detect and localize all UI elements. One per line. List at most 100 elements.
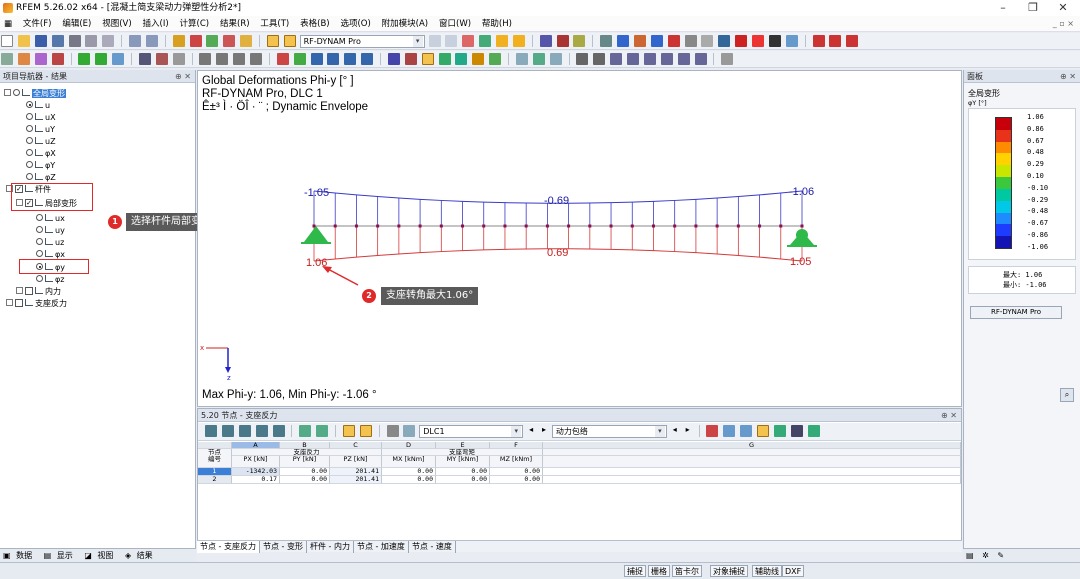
radio-icon[interactable] — [26, 113, 33, 120]
table-chart-icon[interactable] — [706, 425, 719, 437]
pin-icon[interactable]: ⊕ ✕ — [175, 70, 191, 83]
more-icon[interactable] — [721, 53, 734, 65]
table-icon[interactable] — [240, 35, 253, 47]
select-icon[interactable] — [1, 53, 13, 65]
node-marker[interactable] — [694, 224, 698, 228]
export-icon[interactable] — [627, 53, 639, 65]
node-marker[interactable] — [439, 224, 443, 228]
graphics-view[interactable]: Global Deformations Phi-y [° ] RF-DYNAM … — [197, 70, 962, 407]
expand-icon[interactable] — [6, 299, 13, 306]
case-prev-icon[interactable]: ◂ — [529, 425, 533, 434]
table-select-icon[interactable] — [238, 425, 251, 437]
table-relation-icon[interactable] — [740, 425, 753, 437]
snap-icon[interactable] — [617, 35, 629, 47]
print-icon[interactable] — [68, 35, 81, 47]
table-cell[interactable]: 0.17 — [232, 476, 280, 484]
redo-icon[interactable] — [145, 35, 158, 47]
tab-results[interactable]: ◈ 结果 — [122, 549, 159, 563]
expand-icon[interactable] — [16, 287, 23, 294]
print-preview-icon[interactable] — [85, 35, 98, 47]
menu-results[interactable]: 结果(R) — [216, 16, 254, 32]
light-icon[interactable] — [472, 53, 485, 65]
tree-u[interactable]: u — [26, 100, 50, 111]
tree-local-phiz[interactable]: φz — [36, 274, 64, 285]
save-icon[interactable] — [34, 35, 47, 47]
comment-icon[interactable] — [593, 53, 606, 65]
node-marker[interactable] — [715, 224, 719, 228]
arrow-left-icon[interactable] — [428, 35, 441, 47]
node-marker[interactable] — [397, 224, 401, 228]
radio-icon[interactable] — [36, 275, 43, 282]
radio-icon[interactable] — [36, 214, 43, 221]
node-marker[interactable] — [567, 224, 571, 228]
animation-icon[interactable] — [462, 35, 475, 47]
section-icon[interactable] — [701, 35, 714, 47]
filter-icon[interactable] — [233, 53, 246, 65]
tree-uy[interactable]: uY — [26, 124, 55, 135]
addon-3-icon[interactable] — [846, 35, 859, 47]
node-marker[interactable] — [461, 224, 465, 228]
rotate-icon[interactable] — [438, 53, 451, 65]
render-icon[interactable] — [112, 53, 125, 65]
surface-icon[interactable] — [718, 35, 731, 47]
new-file-icon[interactable] — [1, 35, 13, 47]
table-result-values-icon[interactable] — [757, 425, 770, 437]
divide-icon[interactable] — [549, 53, 562, 65]
results-display-icon[interactable] — [496, 35, 508, 47]
table-cell[interactable]: 201.41 — [330, 476, 382, 484]
guide-icon[interactable] — [677, 53, 690, 65]
tree-local-uz[interactable]: uz — [36, 237, 64, 248]
orbit-icon[interactable] — [455, 53, 468, 65]
node-marker[interactable] — [673, 224, 677, 228]
visibility-icon[interactable] — [216, 53, 229, 65]
iso-view-icon[interactable] — [387, 53, 400, 65]
mirror-icon[interactable] — [532, 53, 545, 65]
print-report-icon[interactable] — [610, 53, 623, 65]
tree-support-reactions[interactable]: 支座反力 — [6, 298, 67, 309]
node-marker[interactable] — [736, 224, 740, 228]
tab-node-deformations[interactable]: 节点 - 变形 — [260, 541, 307, 553]
panel-tab-factors-icon[interactable]: ✲ — [982, 551, 989, 560]
module-combo[interactable]: RF-DYNAM Pro ▾ — [299, 35, 425, 48]
legend[interactable]: 1.06 0.86 0.67 0.48 0.29 0.10 -0.10 -0.29 -0.48 -… — [968, 108, 1076, 260]
result-type-combo[interactable]: 动力包络 ▾ — [551, 425, 667, 438]
radio-icon[interactable] — [26, 149, 33, 156]
type-prev-icon[interactable]: ◂ — [673, 425, 677, 434]
view-y-icon[interactable] — [556, 35, 569, 47]
table-cell[interactable]: -1342.03 — [232, 468, 280, 476]
checkbox-icon[interactable] — [15, 298, 23, 307]
pick-icon[interactable] — [34, 53, 47, 65]
table-cell[interactable]: 0.00 — [490, 468, 543, 476]
open-file-icon[interactable] — [17, 35, 30, 47]
radio-icon[interactable] — [36, 250, 43, 257]
zoom-icon[interactable] — [344, 53, 357, 65]
minimize-button[interactable]: – — [988, 0, 1018, 16]
table-values-icon[interactable] — [359, 425, 372, 437]
node-marker[interactable] — [418, 224, 422, 228]
coord-icon[interactable] — [660, 53, 673, 65]
delete-icon[interactable] — [752, 35, 764, 47]
status-object-snap[interactable]: 对象捕捉 — [710, 565, 748, 577]
panel-tab-color-icon[interactable]: ▤ — [966, 551, 974, 560]
maximize-button[interactable]: ❐ — [1018, 0, 1048, 16]
table-cell[interactable]: 201.41 — [330, 468, 382, 476]
print-graphic-icon[interactable] — [102, 35, 115, 47]
table-cell[interactable]: 0.00 — [490, 476, 543, 484]
menu-file[interactable]: 文件(F) — [19, 16, 56, 32]
radio-icon[interactable] — [13, 89, 20, 96]
import-icon[interactable] — [643, 53, 656, 65]
table-cell[interactable]: 0.00 — [436, 476, 490, 484]
view-z-icon[interactable] — [573, 35, 586, 47]
radio-icon[interactable] — [36, 226, 43, 233]
panel-tab-filter-icon[interactable]: ✎ — [997, 551, 1004, 560]
zoom-window-icon[interactable] — [310, 53, 323, 65]
table-options-icon[interactable] — [807, 425, 820, 437]
save-all-icon[interactable] — [51, 35, 64, 47]
settings-icon[interactable] — [768, 35, 781, 47]
colors-icon[interactable] — [250, 53, 262, 65]
move-icon[interactable] — [51, 53, 64, 65]
node-marker[interactable] — [524, 224, 528, 228]
table-color-icon[interactable] — [723, 425, 736, 437]
mdi-controls[interactable]: _ ▫ × — [1053, 16, 1074, 32]
tree-local-uy[interactable]: uy — [36, 225, 65, 236]
